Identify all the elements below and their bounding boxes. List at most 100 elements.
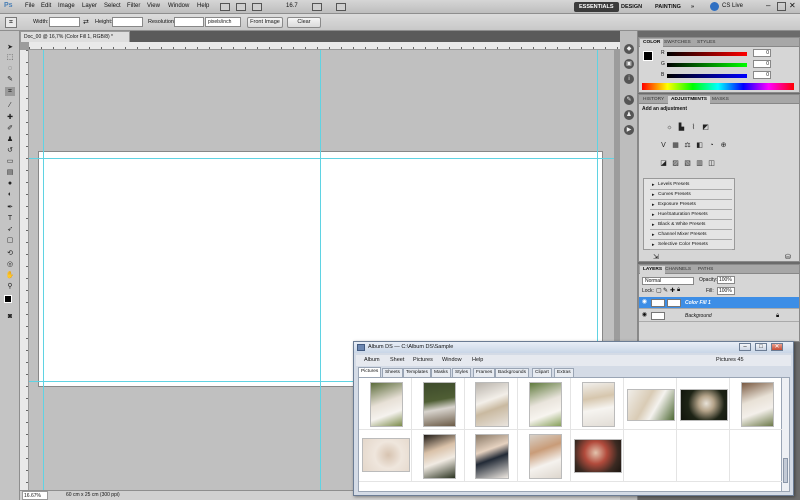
picture-cell[interactable] [359, 430, 412, 482]
preset-black-white[interactable]: Black & White Presets [650, 220, 732, 230]
lasso-tool-icon[interactable]: ◌ [5, 64, 15, 73]
more-workspaces-button[interactable]: » [686, 2, 699, 12]
width-input[interactable] [49, 17, 80, 27]
extras-icon[interactable] [252, 3, 262, 11]
album-menu-pictures[interactable]: Pictures [413, 357, 433, 363]
picture-cell[interactable] [730, 430, 783, 482]
fill-input[interactable]: 100% [717, 287, 735, 295]
resolution-input[interactable] [174, 17, 204, 27]
picture-thumbnail[interactable] [530, 383, 561, 426]
tab-masks[interactable]: Masks [431, 368, 451, 377]
threshold-icon[interactable]: ▧ [683, 159, 692, 168]
levels-icon[interactable]: ▙ [677, 123, 686, 132]
quick-mask-icon[interactable]: ◙ [5, 312, 15, 321]
channel-mixer-icon[interactable]: ⊕ [719, 141, 728, 150]
layer-row-color-fill[interactable]: ◉ Color Fill 1 [639, 297, 799, 309]
menu-layer[interactable]: Layer [82, 3, 97, 9]
album-close-button[interactable]: ✕ [771, 343, 783, 351]
cs-live-button[interactable]: CS Live [722, 3, 743, 9]
tab-paths[interactable]: PATHS [695, 266, 716, 274]
front-image-button[interactable]: Front Image [247, 17, 283, 28]
layer-name[interactable]: Background [685, 310, 712, 322]
picture-thumbnail[interactable] [742, 383, 773, 426]
dodge-tool-icon[interactable]: ◐ [5, 190, 15, 199]
preset-hue-saturation[interactable]: Hue/Saturation Presets [650, 210, 732, 220]
eraser-tool-icon[interactable]: ▭ [5, 157, 15, 166]
picture-cell[interactable] [518, 378, 571, 430]
tab-color[interactable]: COLOR [640, 39, 664, 47]
tab-history[interactable]: HISTORY [640, 96, 667, 104]
tab-swatches[interactable]: SWATCHES [661, 39, 694, 47]
workspace-painting-button[interactable]: PAINTING [650, 2, 686, 12]
guide-horizontal[interactable] [29, 158, 614, 159]
panel-options-icon[interactable]: ⛁ [785, 253, 791, 261]
clip-to-layer-icon[interactable]: ⇲ [653, 253, 659, 261]
picture-thumbnail[interactable] [363, 439, 409, 471]
picture-thumbnail[interactable] [575, 440, 621, 472]
red-slider[interactable]: R 0 [661, 49, 795, 58]
picture-thumbnail[interactable] [476, 383, 508, 426]
pictures-scrollbar[interactable] [782, 377, 790, 492]
picture-thumbnail[interactable] [476, 435, 508, 478]
picture-thumbnail[interactable] [583, 383, 614, 426]
minibridge-icon[interactable] [236, 3, 246, 11]
brush-tool-icon[interactable]: ✐ [5, 124, 15, 133]
3d-rotate-tool-icon[interactable]: ⟲ [5, 249, 15, 258]
actions-icon[interactable]: ▶ [624, 125, 634, 135]
green-value[interactable]: 0 [753, 60, 771, 68]
pen-tool-icon[interactable]: ✒ [5, 203, 15, 212]
info-icon[interactable]: i [624, 74, 634, 84]
color-spectrum-ramp[interactable] [642, 83, 794, 90]
quick-select-tool-icon[interactable]: ✎ [5, 75, 15, 84]
picture-thumbnail[interactable] [530, 435, 561, 478]
tab-extras[interactable]: Extras [554, 368, 574, 377]
preset-channel-mixer[interactable]: Channel Mixer Presets [650, 230, 732, 240]
preset-levels[interactable]: Levels Presets [650, 180, 732, 190]
blur-tool-icon[interactable]: ● [5, 179, 15, 188]
crop-tool-preset-icon[interactable]: ⌗ [5, 17, 17, 28]
tab-masks[interactable]: MASKS [709, 96, 732, 104]
preset-curves[interactable]: Curves Presets [650, 190, 732, 200]
gradient-map-icon[interactable]: ▥ [695, 159, 704, 168]
album-menu-album[interactable]: Album [364, 357, 380, 363]
picture-cell[interactable] [359, 378, 412, 430]
picture-cell[interactable] [465, 430, 518, 482]
exposure-icon[interactable]: ◩ [701, 123, 710, 132]
posterize-icon[interactable]: ▨ [671, 159, 680, 168]
menu-image[interactable]: Image [58, 3, 75, 9]
picture-cell[interactable] [571, 378, 624, 430]
menu-edit[interactable]: Edit [41, 3, 51, 9]
close-icon[interactable]: ✕ [789, 1, 796, 10]
height-input[interactable] [112, 17, 143, 27]
brightness-contrast-icon[interactable]: ☼ [665, 123, 674, 132]
zoom-level-dropdown[interactable]: 16.7 [286, 3, 298, 9]
tab-styles[interactable]: Styles [452, 368, 472, 377]
red-value[interactable]: 0 [753, 49, 771, 57]
maximize-icon[interactable] [777, 2, 786, 11]
picture-cell[interactable] [730, 378, 783, 430]
document-tab[interactable]: Doc_00 @ 16,7% (Color Fill 1, RGB/8) * [20, 31, 130, 42]
brush-presets-icon[interactable]: ✎ [624, 95, 634, 105]
gradient-tool-icon[interactable]: ▤ [5, 168, 15, 177]
hue-saturation-icon[interactable]: ▦ [671, 141, 680, 150]
picture-cell[interactable] [624, 378, 677, 430]
picture-thumbnail[interactable] [681, 390, 727, 420]
tab-sheets[interactable]: Sheets [382, 368, 403, 377]
resolution-units-select[interactable]: pixels/inch [205, 17, 241, 27]
foreground-color-swatch[interactable] [4, 295, 12, 303]
tab-styles[interactable]: STYLES [694, 39, 718, 47]
path-selection-tool-icon[interactable]: ➶ [5, 225, 15, 234]
album-menu-sheet[interactable]: Sheet [390, 357, 404, 363]
picture-cell[interactable] [465, 378, 518, 430]
tab-clipart[interactable]: Clipart [532, 368, 552, 377]
eyedropper-tool-icon[interactable]: ⁄ [5, 101, 15, 110]
screen-mode-icon[interactable] [336, 3, 346, 11]
clear-button[interactable]: Clear [287, 17, 321, 28]
tab-channels[interactable]: CHANNELS [662, 266, 694, 274]
layer-row-background[interactable]: ◉ Background 🔒︎ [639, 310, 799, 322]
guide-vertical[interactable] [320, 50, 321, 490]
tab-adjustments[interactable]: ADJUSTMENTS [668, 96, 710, 104]
picture-cell[interactable] [624, 430, 677, 482]
layer-name[interactable]: Color Fill 1 [685, 297, 711, 309]
vertical-ruler[interactable] [20, 50, 29, 490]
